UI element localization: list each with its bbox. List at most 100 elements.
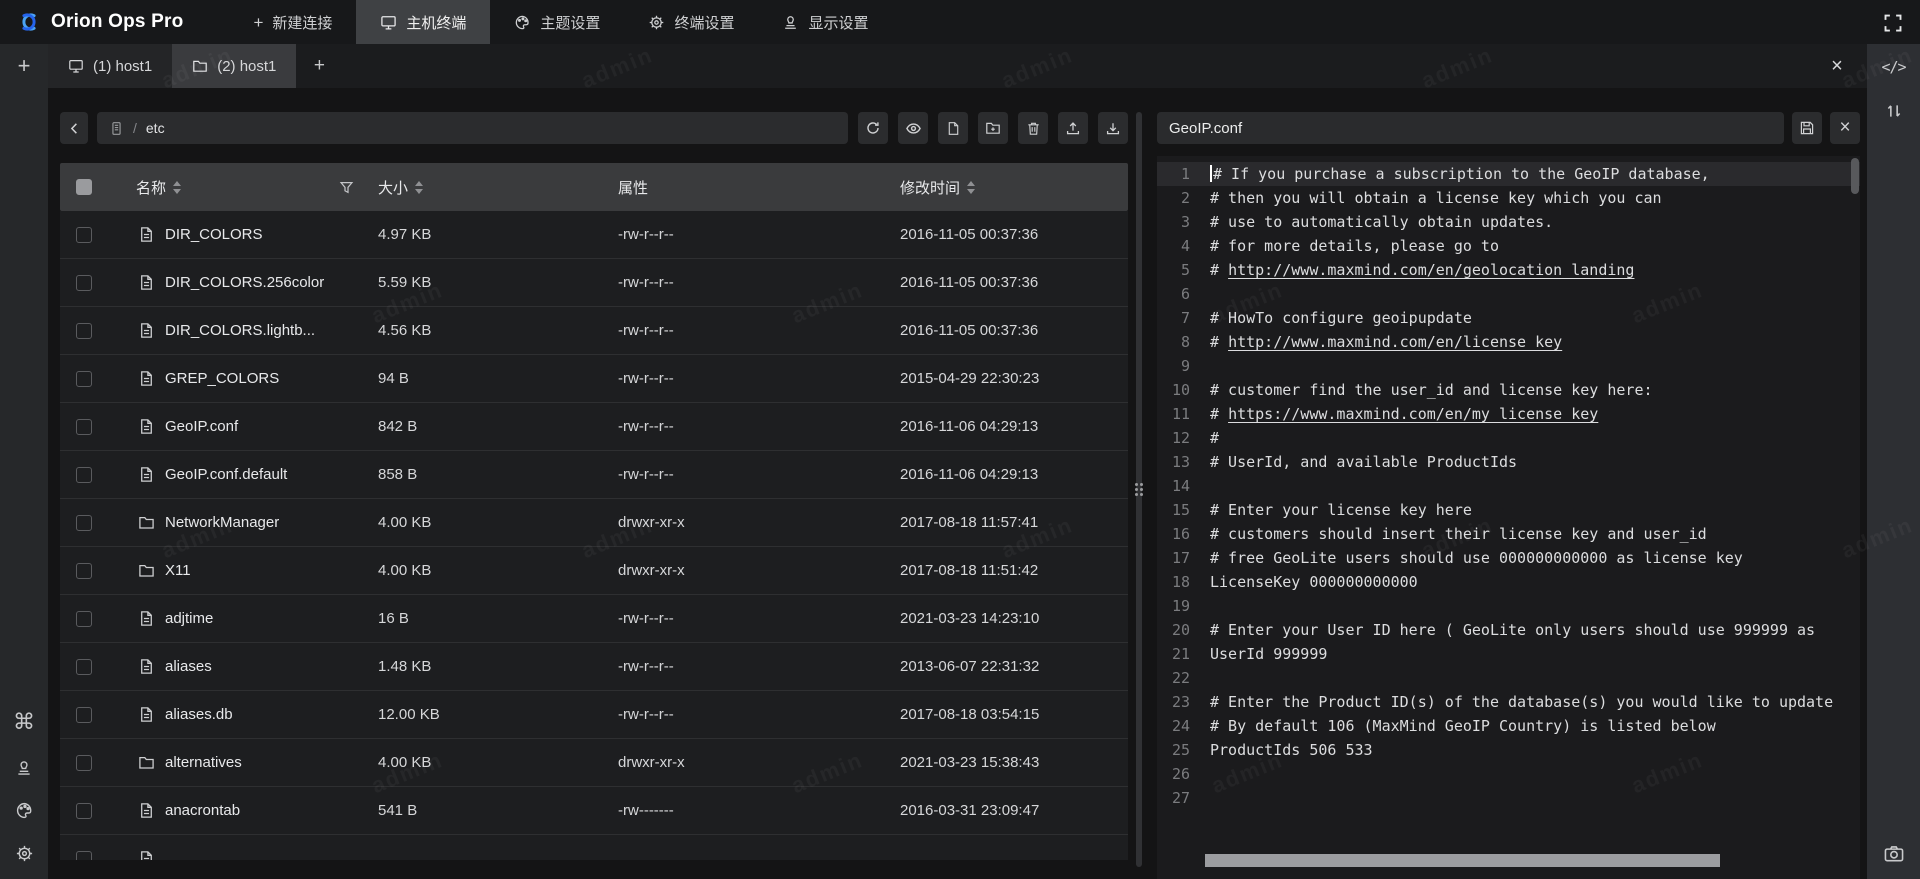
table-row[interactable]: anacrontab 541 B -rw------- 2016-03-31 2… [60, 787, 1128, 835]
sort-toggle[interactable] [967, 181, 975, 194]
shortcut-command-button[interactable]: ⌘ [0, 710, 48, 735]
editor-line[interactable]: 21UserId 999999 [1157, 642, 1860, 666]
code-view-button[interactable]: </> [1881, 58, 1905, 76]
screenshot-button[interactable] [1883, 843, 1905, 879]
link-text[interactable]: http://www.maxmind.com/en/geolocation_la… [1228, 261, 1634, 279]
editor-filename-field[interactable]: GeoIP.conf [1157, 112, 1784, 144]
editor-close-button[interactable]: × [1830, 112, 1860, 144]
table-row[interactable]: aliases.db 12.00 KB -rw-r--r-- 2017-08-1… [60, 691, 1128, 739]
breadcrumb-path[interactable]: etc [146, 120, 165, 136]
table-row[interactable]: aliases 1.48 KB -rw-r--r-- 2013-06-07 22… [60, 643, 1128, 691]
column-header-size[interactable]: 大小 [378, 177, 408, 198]
editor-line[interactable]: 20# Enter your User ID here ( GeoLite on… [1157, 618, 1860, 642]
filter-icon[interactable] [339, 180, 354, 195]
new-tab-button[interactable]: + [296, 44, 342, 88]
editor-line[interactable]: 10# customer find the user_id and licens… [1157, 378, 1860, 402]
menu-item-terminal-settings[interactable]: 终端设置 [624, 0, 758, 44]
table-row[interactable]: GeoIP.conf 842 B -rw-r--r-- 2016-11-06 0… [60, 403, 1128, 451]
table-row[interactable]: DIR_COLORS.256color 5.59 KB -rw-r--r-- 2… [60, 259, 1128, 307]
table-row[interactable]: DIR_COLORS 4.97 KB -rw-r--r-- 2016-11-05… [60, 211, 1128, 259]
menu-item-new-connection[interactable]: + 新建连接 [229, 0, 356, 44]
row-checkbox[interactable] [76, 563, 92, 579]
row-checkbox[interactable] [76, 467, 92, 483]
table-row[interactable]: X11 4.00 KB drwxr-xr-x 2017-08-18 11:51:… [60, 547, 1128, 595]
editor-line[interactable]: 23# Enter the Product ID(s) of the datab… [1157, 690, 1860, 714]
editor-line[interactable]: 3# use to automatically obtain updates. [1157, 210, 1860, 234]
editor-line[interactable]: 19 [1157, 594, 1860, 618]
row-checkbox[interactable] [76, 419, 92, 435]
editor-horizontal-scrollbar[interactable] [1205, 854, 1720, 867]
tab-host1-files[interactable]: (2) host1 [172, 44, 296, 88]
row-checkbox[interactable] [76, 851, 92, 861]
settings-gear-button[interactable] [0, 844, 48, 863]
editor-line[interactable]: 13# UserId, and available ProductIds [1157, 450, 1860, 474]
new-file-button[interactable] [938, 112, 968, 144]
download-button[interactable] [1098, 112, 1128, 144]
user-stamp-button[interactable] [0, 759, 48, 777]
new-folder-button[interactable] [978, 112, 1008, 144]
sidebar-add-button[interactable]: + [0, 44, 48, 88]
sort-order-button[interactable] [1885, 102, 1903, 120]
menu-item-host-terminal[interactable]: 主机终端 [356, 0, 490, 44]
editor-line[interactable]: 27 [1157, 786, 1860, 810]
row-checkbox[interactable] [76, 755, 92, 771]
row-checkbox[interactable] [76, 323, 92, 339]
row-checkbox[interactable] [76, 515, 92, 531]
editor-line[interactable]: 24# By default 106 (MaxMind GeoIP Countr… [1157, 714, 1860, 738]
editor-line[interactable]: 12# [1157, 426, 1860, 450]
close-panel-button[interactable]: × [1823, 44, 1851, 88]
editor-line[interactable]: 5# http://www.maxmind.com/en/geolocation… [1157, 258, 1860, 282]
table-row[interactable]: DIR_COLORS.lightb... 4.56 KB -rw-r--r-- … [60, 307, 1128, 355]
editor-body[interactable]: 1# If you purchase a subscription to the… [1157, 156, 1860, 879]
link-text[interactable]: http://www.maxmind.com/en/license_key [1228, 333, 1562, 351]
table-row[interactable]: adjtime 16 B -rw-r--r-- 2021-03-23 14:23… [60, 595, 1128, 643]
editor-line[interactable]: 7# HowTo configure geoipupdate [1157, 306, 1860, 330]
editor-line[interactable]: 11# https://www.maxmind.com/en/my_licens… [1157, 402, 1860, 426]
editor-line[interactable]: 8# http://www.maxmind.com/en/license_key [1157, 330, 1860, 354]
row-checkbox[interactable] [76, 371, 92, 387]
editor-line[interactable]: 26 [1157, 762, 1860, 786]
sort-toggle[interactable] [173, 181, 181, 194]
editor-line[interactable]: 4# for more details, please go to [1157, 234, 1860, 258]
column-header-mtime[interactable]: 修改时间 [900, 177, 960, 198]
breadcrumb[interactable]: / etc [97, 112, 848, 144]
editor-vertical-scrollbar[interactable] [1851, 158, 1859, 194]
column-header-name[interactable]: 名称 [136, 177, 166, 198]
tab-host1-terminal[interactable]: (1) host1 [48, 44, 172, 88]
editor-line[interactable]: 17# free GeoLite users should use 000000… [1157, 546, 1860, 570]
editor-line[interactable]: 1# If you purchase a subscription to the… [1157, 162, 1860, 186]
refresh-button[interactable] [858, 112, 888, 144]
editor-line[interactable]: 9 [1157, 354, 1860, 378]
editor-line[interactable]: 15# Enter your license key here [1157, 498, 1860, 522]
theme-palette-button[interactable] [0, 801, 48, 820]
editor-line[interactable]: 22 [1157, 666, 1860, 690]
table-row[interactable]: GeoIP.conf.default 858 B -rw-r--r-- 2016… [60, 451, 1128, 499]
trash-button[interactable] [1018, 112, 1048, 144]
table-row[interactable] [60, 835, 1128, 860]
row-checkbox[interactable] [76, 275, 92, 291]
drag-handle-icon[interactable] [1135, 483, 1143, 496]
editor-line[interactable]: 2# then you will obtain a license key wh… [1157, 186, 1860, 210]
save-button[interactable] [1792, 112, 1822, 144]
preview-eye-button[interactable] [898, 112, 928, 144]
sort-toggle[interactable] [415, 181, 423, 194]
row-checkbox[interactable] [76, 803, 92, 819]
back-button[interactable] [60, 112, 88, 144]
row-checkbox[interactable] [76, 659, 92, 675]
panel-divider[interactable] [1132, 112, 1146, 867]
editor-line[interactable]: 6 [1157, 282, 1860, 306]
brand[interactable]: Orion Ops Pro [0, 0, 201, 44]
select-all-checkbox[interactable] [76, 179, 92, 195]
editor-line[interactable]: 18LicenseKey 000000000000 [1157, 570, 1860, 594]
menu-item-display-settings[interactable]: 显示设置 [758, 0, 892, 44]
fullscreen-button[interactable] [1882, 12, 1904, 34]
editor-line[interactable]: 14 [1157, 474, 1860, 498]
editor-line[interactable]: 16# customers should insert their licens… [1157, 522, 1860, 546]
row-checkbox[interactable] [76, 707, 92, 723]
table-row[interactable]: NetworkManager 4.00 KB drwxr-xr-x 2017-0… [60, 499, 1128, 547]
editor-line[interactable]: 25ProductIds 506 533 [1157, 738, 1860, 762]
table-row[interactable]: alternatives 4.00 KB drwxr-xr-x 2021-03-… [60, 739, 1128, 787]
row-checkbox[interactable] [76, 227, 92, 243]
row-checkbox[interactable] [76, 611, 92, 627]
upload-button[interactable] [1058, 112, 1088, 144]
